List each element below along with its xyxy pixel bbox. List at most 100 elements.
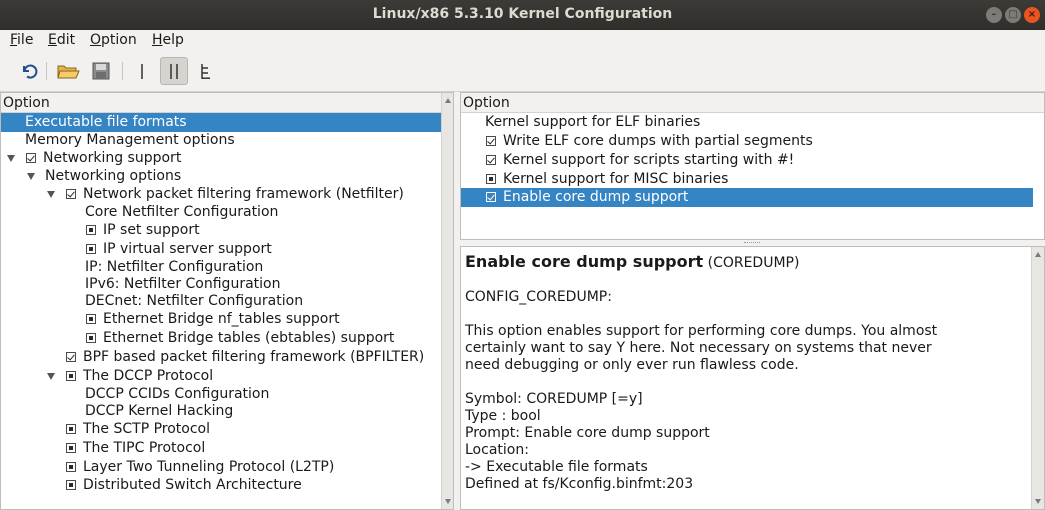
menu-option[interactable]: Option: [90, 32, 137, 48]
tree-row[interactable]: Core Netfilter Configuration: [1, 203, 441, 222]
tree-row[interactable]: Executable file formats: [1, 113, 441, 132]
tree-row[interactable]: The SCTP Protocol: [1, 420, 441, 439]
menu-option-mnemonic: O: [90, 32, 102, 48]
checkbox[interactable]: [66, 424, 76, 434]
tree-row[interactable]: Layer Two Tunneling Protocol (L2TP): [1, 458, 441, 477]
checkbox[interactable]: [66, 480, 76, 490]
tree-row-label: Ethernet Bridge nf_tables support: [103, 311, 340, 327]
menu-option-label: ption: [101, 32, 137, 48]
menu-edit-label: dit: [56, 32, 76, 48]
checkbox[interactable]: [66, 443, 76, 453]
tree-row[interactable]: Networking support: [1, 149, 441, 168]
list-row[interactable]: Kernel support for scripts starting with…: [461, 151, 1031, 170]
tree-row-label: Distributed Switch Architecture: [83, 477, 302, 493]
menu-file[interactable]: File: [10, 32, 33, 48]
tree-row-label: Ethernet Bridge tables (ebtables) suppor…: [103, 330, 395, 346]
tree-row[interactable]: The TIPC Protocol: [1, 439, 441, 458]
help-config-name: CONFIG_COREDUMP:: [465, 289, 612, 305]
help-symbol: Symbol: COREDUMP [=y]: [465, 391, 643, 407]
tree-row[interactable]: DECnet: Netfilter Configuration: [1, 292, 441, 311]
tree-row[interactable]: Memory Management options: [1, 131, 441, 150]
checkbox[interactable]: [86, 225, 96, 235]
list-row[interactable]: Kernel support for MISC binaries: [461, 170, 1031, 189]
tree-row[interactable]: BPF based packet filtering framework (BP…: [1, 348, 441, 367]
tree-row-label: IP virtual server support: [103, 241, 272, 257]
checkbox[interactable]: [66, 371, 76, 381]
checkbox[interactable]: [66, 189, 76, 199]
options-tree-panel[interactable]: Option Executable file formats Memory Ma…: [0, 92, 454, 510]
options-list-panel[interactable]: Option Kernel support for ELF binaries W…: [460, 92, 1045, 240]
menu-help-label: elp: [162, 32, 184, 48]
help-description-line: This option enables support for performi…: [465, 323, 938, 339]
expand-arrow-icon[interactable]: [7, 155, 15, 162]
tree-scrollbar[interactable]: [441, 93, 453, 509]
help-title: Enable core dump support: [465, 252, 704, 271]
maximize-button[interactable]: □: [1005, 7, 1021, 23]
expand-arrow-icon[interactable]: [47, 373, 55, 380]
tree-row[interactable]: DCCP Kernel Hacking: [1, 402, 441, 421]
full-view-button[interactable]: [192, 57, 220, 85]
expand-arrow-icon[interactable]: [27, 173, 35, 180]
tree-row[interactable]: DCCP CCIDs Configuration: [1, 385, 441, 404]
checkbox[interactable]: [486, 192, 496, 202]
help-panel[interactable]: Enable core dump support (COREDUMP) CONF…: [460, 246, 1045, 510]
tree-row[interactable]: Ethernet Bridge nf_tables support: [1, 310, 441, 329]
toolbar-separator: [122, 62, 123, 80]
checkbox[interactable]: [86, 314, 96, 324]
save-button[interactable]: [87, 57, 115, 85]
close-button[interactable]: ×: [1024, 7, 1040, 23]
list-row[interactable]: Write ELF core dumps with partial segmen…: [461, 132, 1031, 151]
single-view-button[interactable]: [128, 57, 156, 85]
checkbox[interactable]: [86, 333, 96, 343]
list-row[interactable]: Kernel support for ELF binaries: [461, 113, 1031, 132]
menu-edit[interactable]: Edit: [48, 32, 75, 48]
tree-row-label: DCCP Kernel Hacking: [85, 403, 234, 419]
checkbox[interactable]: [26, 153, 36, 163]
scroll-up-arrow-icon[interactable]: [1035, 252, 1041, 257]
tree-row[interactable]: The DCCP Protocol: [1, 367, 441, 386]
list-row-label: Write ELF core dumps with partial segmen…: [503, 133, 813, 149]
checkbox[interactable]: [486, 155, 496, 165]
help-scrollbar[interactable]: [1031, 247, 1044, 509]
expand-arrow-icon[interactable]: [47, 191, 55, 198]
checkbox[interactable]: [66, 462, 76, 472]
open-button[interactable]: [54, 57, 82, 85]
scroll-down-arrow-icon[interactable]: [1035, 499, 1041, 504]
help-title-line: Enable core dump support (COREDUMP): [465, 253, 937, 272]
scroll-up-arrow-icon[interactable]: [445, 98, 451, 103]
tree-row[interactable]: Ethernet Bridge tables (ebtables) suppor…: [1, 329, 441, 348]
tree-row-label: IPv6: Netfilter Configuration: [85, 276, 281, 292]
tree-row-label: Core Netfilter Configuration: [85, 204, 279, 220]
list-row-label: Kernel support for MISC binaries: [503, 171, 729, 187]
checkbox[interactable]: [486, 174, 496, 184]
checkbox[interactable]: [486, 136, 496, 146]
minimize-button[interactable]: –: [986, 7, 1002, 23]
menu-help[interactable]: Help: [152, 32, 184, 48]
tree-row[interactable]: IP virtual server support: [1, 240, 441, 259]
tree-row[interactable]: IP: Netfilter Configuration: [1, 258, 441, 277]
list-row[interactable]: Enable core dump support: [461, 188, 1033, 207]
undo-button[interactable]: [15, 57, 43, 85]
tree-row-label: BPF based packet filtering framework (BP…: [83, 349, 425, 365]
list-row-label: Kernel support for scripts starting with…: [503, 152, 795, 168]
tree-row[interactable]: Networking options: [1, 167, 441, 186]
help-location-path[interactable]: -> Executable file formats: [465, 459, 937, 476]
split-view-icon: [170, 64, 178, 79]
options-list-header[interactable]: Option: [461, 93, 1044, 113]
checkbox[interactable]: [66, 352, 76, 362]
tree-row[interactable]: Network packet filtering framework (Netf…: [1, 185, 441, 204]
split-view-button[interactable]: [160, 57, 188, 85]
toolbar-separator: [46, 62, 47, 80]
help-defined-at: Defined at fs/Kconfig.binfmt:203: [465, 476, 694, 492]
help-text: Enable core dump support (COREDUMP) CONF…: [465, 253, 937, 493]
menubar: File Edit Option Help: [0, 30, 1045, 52]
tree-row[interactable]: IPv6: Netfilter Configuration: [1, 275, 441, 294]
scroll-down-arrow-icon[interactable]: [445, 499, 451, 504]
window-titlebar[interactable]: Linux/x86 5.3.10 Kernel Configuration – …: [0, 0, 1045, 30]
tree-row[interactable]: IP set support: [1, 221, 441, 240]
tree-row[interactable]: Distributed Switch Architecture: [1, 476, 441, 495]
options-tree-header[interactable]: Option: [1, 93, 453, 113]
tree-row-label: The DCCP Protocol: [83, 368, 214, 384]
checkbox[interactable]: [86, 244, 96, 254]
